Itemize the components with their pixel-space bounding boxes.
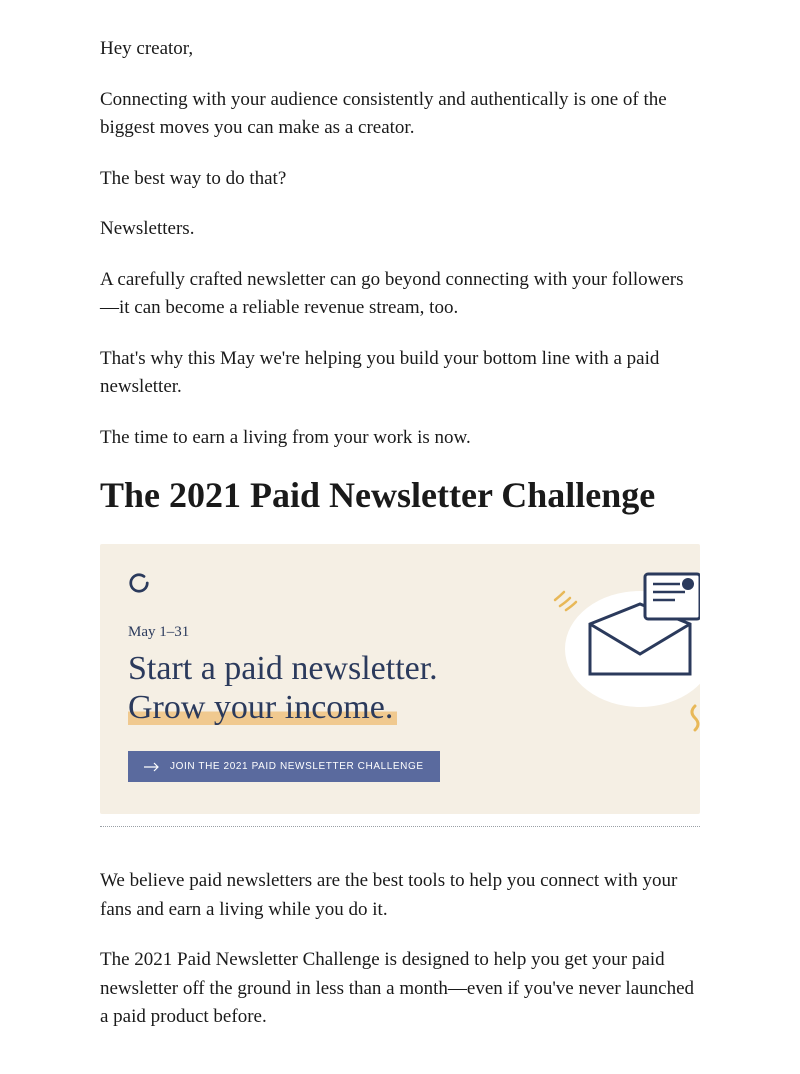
intro-paragraph-4: A carefully crafted newsletter can go be… [100, 266, 700, 323]
sparkle-accent-icon [550, 582, 580, 612]
intro-paragraph-1: Connecting with your audience consistent… [100, 86, 700, 143]
arrow-right-icon [144, 762, 160, 772]
join-challenge-button[interactable]: JOIN THE 2021 PAID NEWSLETTER CHALLENGE [128, 751, 440, 782]
promo-title-line-2: Grow your income. [128, 688, 397, 727]
intro-paragraph-3: Newsletters. [100, 215, 700, 244]
squiggle-accent-icon [685, 704, 700, 734]
envelope-icon [560, 554, 700, 714]
section-divider [100, 826, 700, 827]
body-paragraph-2: The 2021 Paid Newsletter Challenge is de… [100, 946, 700, 1032]
section-heading: The 2021 Paid Newsletter Challenge [100, 474, 700, 516]
body-paragraph-1: We believe paid newsletters are the best… [100, 867, 700, 924]
promo-card: May 1–31 Start a paid newsletter. Grow y… [100, 544, 700, 814]
intro-paragraph-2: The best way to do that? [100, 165, 700, 194]
intro-paragraph-6: The time to earn a living from your work… [100, 424, 700, 453]
brand-logo-icon [128, 572, 150, 594]
join-challenge-button-label: JOIN THE 2021 PAID NEWSLETTER CHALLENGE [170, 761, 424, 772]
greeting-text: Hey creator, [100, 35, 700, 64]
intro-paragraph-5: That's why this May we're helping you bu… [100, 345, 700, 402]
